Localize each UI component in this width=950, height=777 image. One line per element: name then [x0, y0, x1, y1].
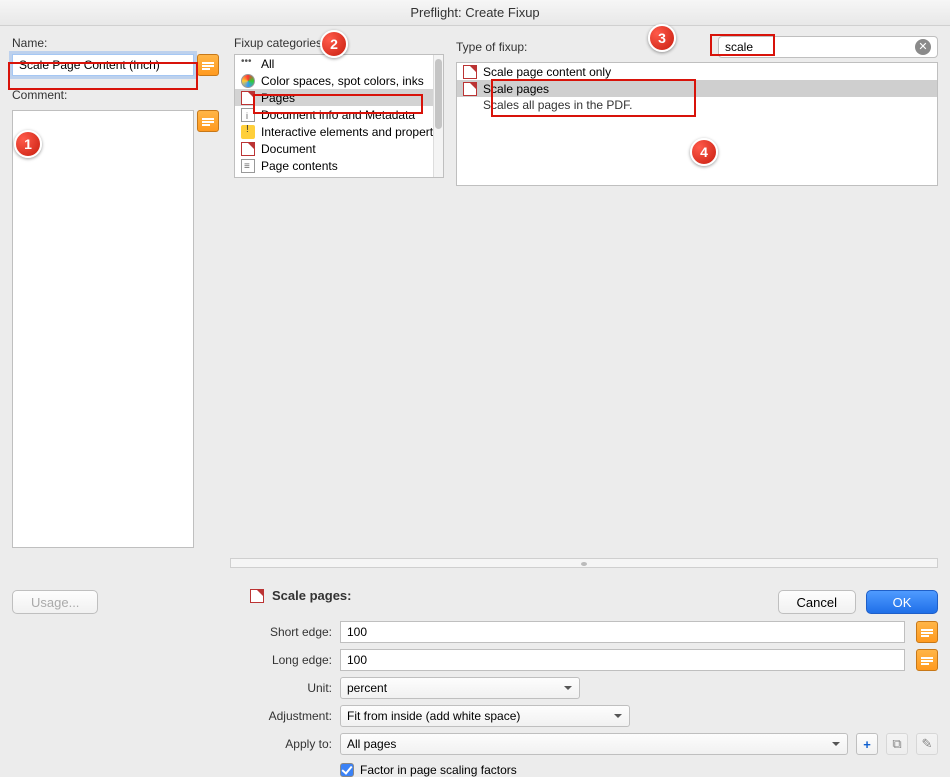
categories-scrollbar[interactable]	[433, 55, 443, 177]
page-icon	[241, 159, 255, 173]
all-icon	[241, 57, 255, 71]
fixup-item-content-only[interactable]: Scale page content only	[457, 63, 937, 80]
fixup-item-scale-pages[interactable]: Scale pages	[457, 80, 937, 97]
edit-button[interactable]: ✎	[916, 733, 938, 755]
fixup-list[interactable]: Scale page content only Scale pages Scal…	[456, 62, 938, 186]
applyto-select[interactable]: All pages	[340, 733, 848, 755]
callout-2: 2	[320, 30, 348, 58]
name-variable-button[interactable]	[197, 54, 219, 76]
name-input[interactable]	[12, 54, 194, 76]
adjustment-label: Adjustment:	[250, 709, 332, 723]
usage-button[interactable]: Usage...	[12, 590, 98, 614]
callout-1: 1	[14, 130, 42, 158]
search-box[interactable]: ✕	[718, 36, 938, 58]
ok-button[interactable]: OK	[866, 590, 938, 614]
window-title: Preflight: Create Fixup	[0, 0, 950, 26]
long-edge-input[interactable]	[340, 649, 905, 671]
category-docinfo[interactable]: Document info and Metadata	[235, 106, 433, 123]
category-document[interactable]: Document	[235, 140, 433, 157]
name-label: Name:	[12, 36, 222, 50]
unit-select[interactable]: percent	[340, 677, 580, 699]
factor-label: Factor in page scaling factors	[360, 763, 517, 777]
short-edge-input[interactable]	[340, 621, 905, 643]
category-color[interactable]: Color spaces, spot colors, inks	[235, 72, 433, 89]
applyto-label: Apply to:	[250, 737, 332, 751]
horizontal-splitter[interactable]	[230, 558, 938, 568]
unit-label: Unit:	[250, 681, 332, 695]
pdf-icon	[463, 82, 477, 96]
comment-label: Comment:	[12, 88, 222, 102]
category-pages[interactable]: Pages	[235, 89, 433, 106]
fixup-description: Scales all pages in the PDF.	[457, 97, 937, 114]
doc-icon	[241, 108, 255, 122]
duplicate-button[interactable]: ⧉	[886, 733, 908, 755]
adjustment-select[interactable]: Fit from inside (add white space)	[340, 705, 630, 727]
callout-4: 4	[690, 138, 718, 166]
cancel-button[interactable]: Cancel	[778, 590, 856, 614]
long-edge-label: Long edge:	[250, 653, 332, 667]
color-icon	[241, 74, 255, 88]
comment-textarea[interactable]	[12, 110, 194, 548]
comment-variable-button[interactable]	[197, 110, 219, 132]
pdf-icon	[241, 142, 255, 156]
short-edge-var-button[interactable]	[916, 621, 938, 643]
pdf-icon	[241, 91, 255, 105]
category-interactive[interactable]: Interactive elements and properties	[235, 123, 433, 140]
factor-checkbox[interactable]	[340, 763, 354, 777]
long-edge-var-button[interactable]	[916, 649, 938, 671]
search-input[interactable]	[725, 40, 915, 54]
pdf-icon	[463, 65, 477, 79]
add-condition-button[interactable]: +	[856, 733, 878, 755]
short-edge-label: Short edge:	[250, 625, 332, 639]
callout-3: 3	[648, 24, 676, 52]
categories-list[interactable]: All Color spaces, spot colors, inks Page…	[234, 54, 444, 178]
warn-icon	[241, 125, 255, 139]
category-pagecontents[interactable]: Page contents	[235, 157, 433, 174]
clear-search-icon[interactable]: ✕	[915, 39, 931, 55]
